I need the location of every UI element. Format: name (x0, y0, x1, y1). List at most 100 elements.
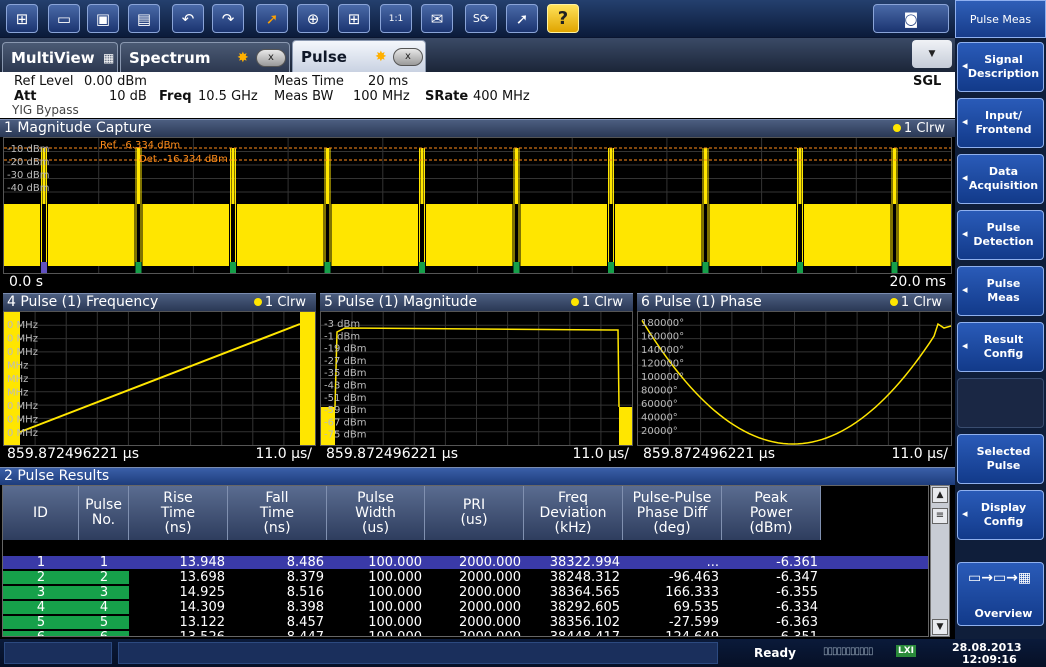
pulse-edge (707, 148, 709, 266)
frequency-header[interactable]: 4 Pulse (1) Frequency 1 Clrw (3, 293, 316, 311)
column-header[interactable]: ID (3, 486, 79, 540)
zoom-1to1-icon[interactable]: 1:1 (380, 4, 412, 33)
window-icon[interactable]: ✉ (421, 4, 453, 33)
pulse-indicator (608, 262, 614, 273)
undo-icon[interactable]: ↶ (172, 4, 204, 33)
column-header[interactable]: Peak Power (dBm) (722, 486, 821, 540)
windows-icon[interactable]: ⊞ (6, 4, 38, 33)
table-cell: 8.486 (286, 555, 324, 570)
phase-header[interactable]: 6 Pulse (1) Phase 1 Clrw (637, 293, 952, 311)
frequency-title: 4 Pulse (1) Frequency (7, 294, 159, 310)
table-cell: -6.351 (722, 631, 818, 636)
signal-description-softkey[interactable]: SignalDescription (957, 42, 1044, 92)
zoom-icon[interactable]: ⊕ (297, 4, 329, 33)
status-message-field (118, 642, 718, 664)
data-acquisition-softkey[interactable]: DataAcquisition (957, 154, 1044, 204)
table-cell: -124.649 (623, 631, 719, 636)
magnitude-capture-header[interactable]: 1 Magnitude Capture 1 Clrw (0, 119, 955, 137)
camera-icon[interactable]: ◙ (873, 4, 949, 33)
column-header[interactable]: Pulse Width (us) (327, 486, 425, 540)
display-config-softkey[interactable]: DisplayConfig (957, 490, 1044, 540)
selected-pulse-softkey[interactable]: Selected Pulse (957, 434, 1044, 484)
table-row[interactable]: 2 2 13.698 8.379 100.000 2000.000 38248.312 -96… (3, 570, 928, 585)
column-header[interactable]: Fall Time (ns) (228, 486, 327, 540)
pulse-edge (608, 148, 609, 266)
phase-plot[interactable]: 180000° 160000° 140000° 120000° 100000° 80000… (637, 311, 952, 446)
table-row[interactable]: 4 4 14.309 8.398 100.000 2000.000 38292.605 69.… (3, 600, 928, 615)
results-scrollbar[interactable]: ▲ ≡ ▼ (930, 485, 950, 637)
pulse-detection-softkey[interactable]: PulseDetection (957, 210, 1044, 260)
column-header[interactable]: Pulse-Pulse Phase Diff (deg) (623, 486, 722, 540)
sequencer-icon[interactable]: S ⟳ (465, 4, 497, 33)
pointer-icon[interactable]: ➚ (256, 4, 288, 33)
print-icon[interactable]: ▤ (128, 4, 160, 33)
table-row[interactable]: 6613.5268.447100.0002000.00038448.417-12… (3, 631, 928, 636)
table-row[interactable]: 1 1 13.948 8.486 100.000 2000.000 38322.994...… (3, 555, 928, 570)
close-tab-pulse-button[interactable]: x (393, 47, 423, 66)
scroll-down-button[interactable]: ▼ (932, 619, 948, 635)
noise-right (300, 312, 315, 445)
frequency-y-tick: 0 MHz (7, 401, 38, 412)
meas-bw-label: Meas BW (274, 89, 334, 104)
magnitude-x-start: 0.0 s (9, 274, 44, 290)
column-header[interactable]: Pulse No. (79, 486, 129, 540)
phase-y-tick: 40000° (641, 413, 678, 424)
scroll-up-button[interactable]: ▲ (932, 487, 948, 503)
pulse-edge (140, 148, 142, 266)
pulse-meas-header-button[interactable]: Pulse Meas (955, 0, 1046, 38)
pulse-magnitude-header[interactable]: 5 Pulse (1) Magnitude 1 Clrw (320, 293, 633, 311)
tab-spectrum[interactable]: Spectrum ✸ x (120, 42, 290, 72)
phase-y-tick: 80000° (641, 386, 678, 397)
magnitude-capture-plot[interactable]: -10 dBm -20 dBm -30 dBm -40 dBm Ref. -6.334 … (3, 137, 952, 274)
table-cell: 8.457 (286, 615, 324, 630)
column-header[interactable]: PRI (us) (425, 486, 524, 540)
pulse-mark (798, 148, 802, 204)
pulse-magnitude-y-tick: -27 dBm (324, 356, 366, 367)
frequency-plot[interactable]: 0 MHz 0 MHz 0 MHz MHz MHz MHz 0 MHz 0 MHz 0 MHz (3, 311, 316, 446)
pulse-magnitude-y-tick: -43 dBm (324, 381, 366, 392)
phase-y-tick: 20000° (641, 426, 678, 437)
pulse-edge (230, 148, 231, 266)
pulse-edge (235, 148, 236, 266)
close-tab-spectrum-button[interactable]: x (256, 48, 286, 67)
tab-pulse[interactable]: Pulse ✸ x (292, 40, 426, 72)
frequency-footer: 859.872496221 µs 11.0 µs/ (3, 446, 316, 464)
help-icon[interactable]: ? (547, 4, 579, 33)
table-row[interactable]: 5 5 13.122 8.457 100.000 2000.000 38356.102 -27… (3, 615, 928, 630)
tab-bar: MultiView ▦ Spectrum ✸ x Pulse ✸ x (0, 38, 955, 72)
phase-y-tick: 140000° (641, 345, 684, 356)
column-header[interactable]: Rise Time (ns) (129, 486, 228, 540)
tab-dropdown-button[interactable]: ▼ (912, 40, 952, 68)
phase-x-start: 859.872496221 µs (643, 446, 775, 462)
pulse-results-table[interactable]: ID Pulse No. Rise Time (ns) Fall Time (ns) Pulse W… (2, 485, 929, 637)
tab-multiview[interactable]: MultiView ▦ (2, 42, 118, 72)
pulse-results-header[interactable]: 2 Pulse Results (0, 467, 955, 485)
phase-trace-label: 1 Clrw (889, 295, 942, 310)
column-header[interactable]: Freq Deviation (kHz) (524, 486, 623, 540)
help-pointer-icon[interactable]: ➚ (506, 4, 538, 33)
table-cell: 13.948 (179, 555, 226, 570)
table-cell: 166.333 (665, 585, 719, 600)
frequency-y-tick: MHz (7, 388, 28, 399)
overview-softkey[interactable]: Overview ▭→▭→▦ (957, 562, 1044, 626)
pulse-meas-softkey[interactable]: PulseMeas (957, 266, 1044, 316)
scroll-thumb[interactable]: ≡ (932, 508, 948, 524)
result-config-softkey[interactable]: ResultConfig (957, 322, 1044, 372)
table-cell: -6.334 (776, 600, 818, 615)
meas-time-value: 20 ms (368, 74, 409, 89)
srate-value: 400 MHz (473, 89, 530, 104)
pulse-magnitude-trace-label: 1 Clrw (570, 295, 623, 310)
table-cell: -6.347 (776, 570, 818, 585)
pulse-indicator (702, 262, 709, 273)
status-time: 12:09:16 (962, 653, 1017, 666)
open-folder-icon[interactable]: ▭ (48, 4, 80, 33)
input-frontend-softkey[interactable]: Input/Frontend (957, 98, 1044, 148)
zoom-region-icon[interactable]: ⊞ (338, 4, 370, 33)
pulse-magnitude-plot[interactable]: -3 dBm -1 dBm -19 dBm -27 dBm -35 dBm -43 dBm… (320, 311, 633, 446)
table-row[interactable]: 3 3 14.925 8.516 100.000 2000.000 38364.565 166… (3, 585, 928, 600)
magnitude-y-tick: -10 dBm (7, 144, 49, 155)
table-cell: 100.000 (368, 600, 422, 615)
save-icon[interactable]: ▣ (87, 4, 119, 33)
redo-icon[interactable]: ↷ (212, 4, 244, 33)
pulse-magnitude-y-tick: -1 dBm (324, 331, 360, 342)
